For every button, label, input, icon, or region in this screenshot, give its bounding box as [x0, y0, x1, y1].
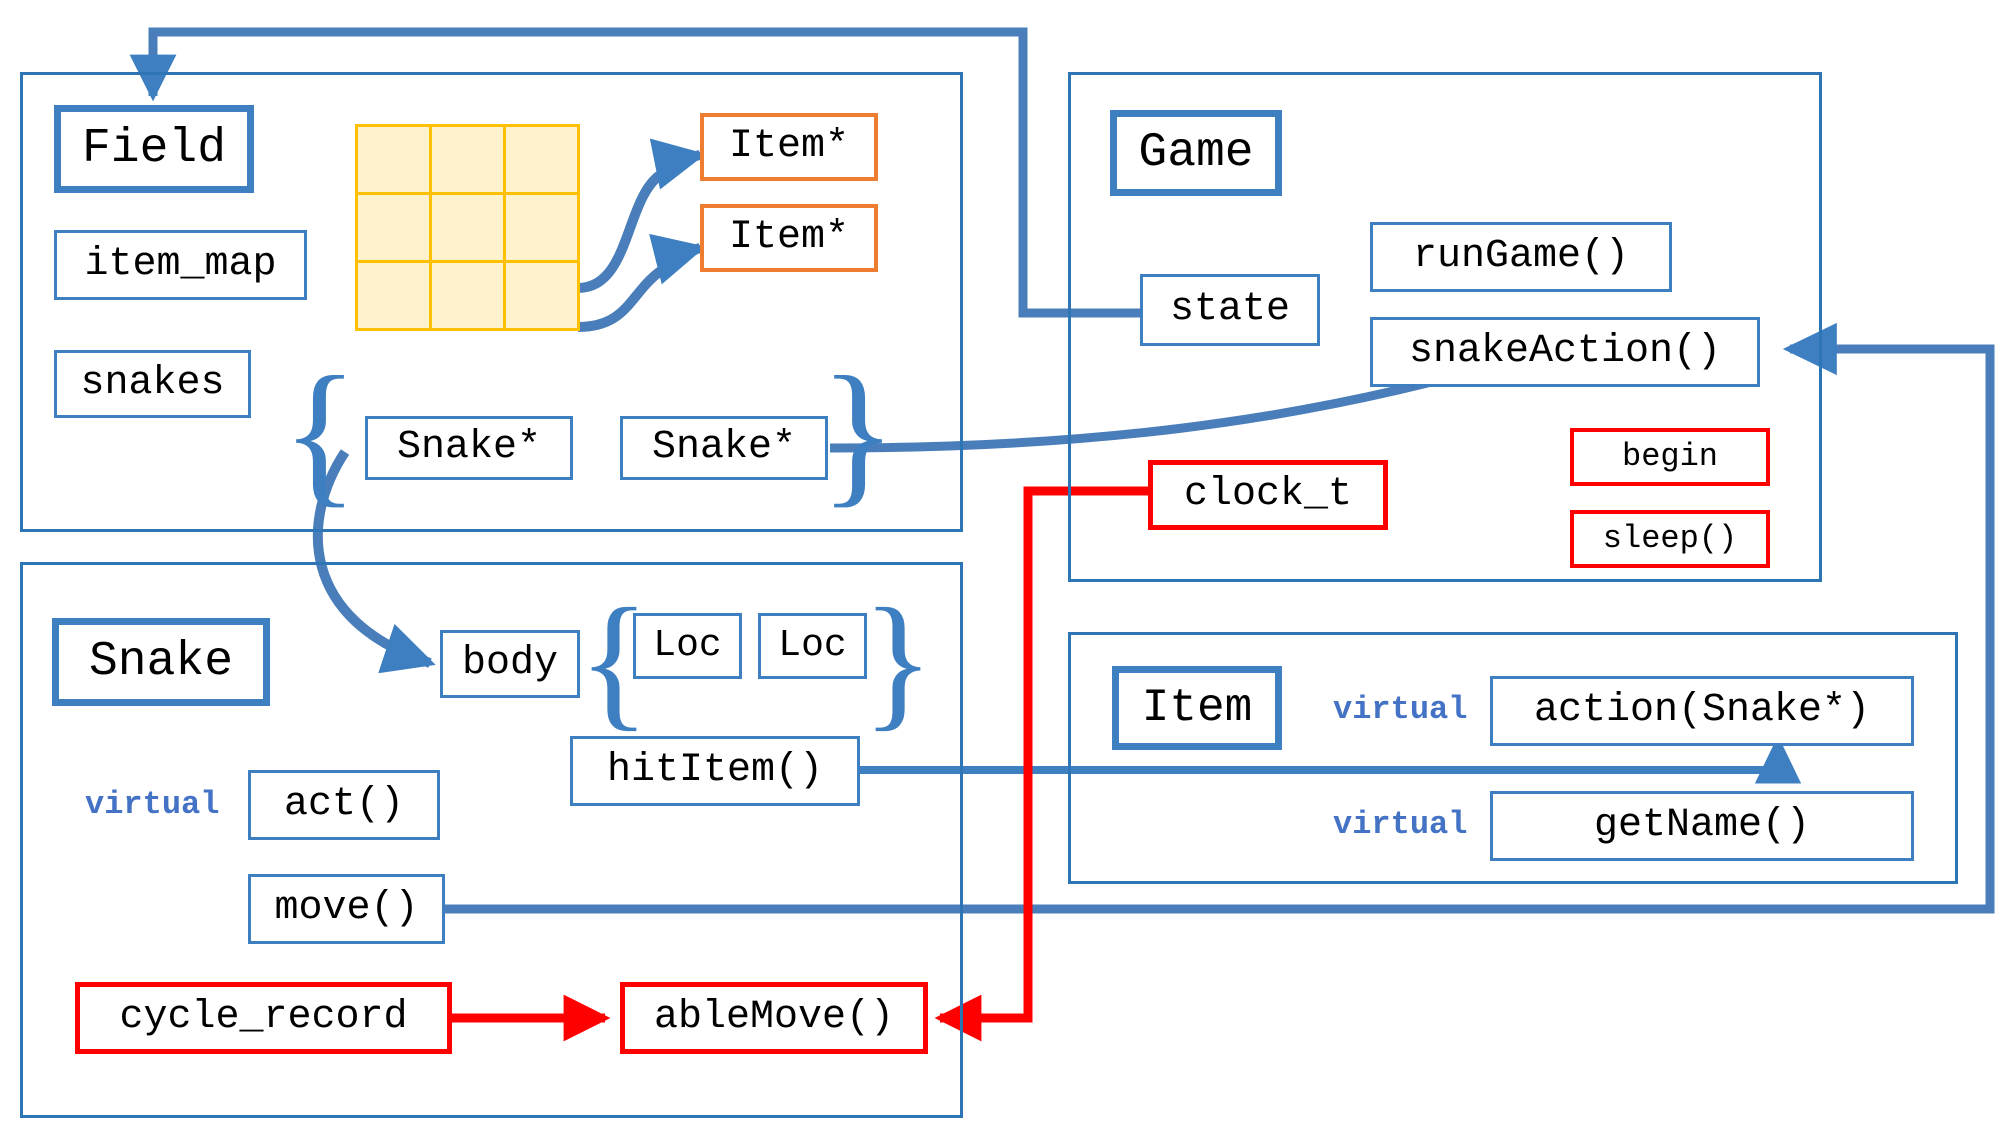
standalone-clock-t: clock_t [1148, 460, 1388, 530]
field-snake-pointer-2: Snake* [620, 416, 828, 480]
grid-cell [432, 127, 503, 192]
snake-member-able-move: ableMove() [620, 982, 928, 1054]
grid-cell [506, 195, 577, 260]
game-member-snake-action: snakeAction() [1370, 317, 1760, 387]
field-member-item-map: item_map [54, 230, 307, 300]
snake-member-move: move() [248, 874, 445, 944]
grid-cell [432, 195, 503, 260]
class-title-item: Item [1112, 666, 1282, 750]
snake-act-virtual-label: virtual [85, 786, 220, 823]
grid-cell [432, 263, 503, 328]
item-member-get-name: getName() [1490, 791, 1914, 861]
snake-member-act: act() [248, 770, 440, 840]
grid-cell [358, 263, 429, 328]
field-item-pointer-1: Item* [700, 113, 878, 181]
snake-member-body: body [440, 630, 580, 698]
item-action-virtual-label: virtual [1333, 691, 1468, 728]
field-snake-pointer-1: Snake* [365, 416, 573, 480]
diagram-canvas: Field item_map snakes Item* Item* { Snak… [0, 0, 2009, 1136]
item-map-grid [355, 124, 580, 331]
field-item-pointer-2: Item* [700, 204, 878, 272]
field-member-snakes: snakes [54, 350, 251, 418]
snake-member-hit-item: hitItem() [570, 736, 860, 806]
snakes-close-brace: } [819, 343, 897, 521]
grid-cell [358, 127, 429, 192]
grid-cell [506, 263, 577, 328]
game-member-state: state [1140, 274, 1320, 346]
body-close-brace: } [862, 578, 934, 744]
class-title-field: Field [54, 105, 254, 193]
snake-member-cycle-record: cycle_record [75, 982, 452, 1054]
game-member-begin: begin [1570, 428, 1770, 486]
game-member-sleep: sleep() [1570, 510, 1770, 568]
snake-body-loc-2: Loc [758, 613, 867, 679]
item-member-action: action(Snake*) [1490, 676, 1914, 746]
item-get-name-virtual-label: virtual [1333, 806, 1468, 843]
body-open-brace: { [578, 578, 650, 744]
class-title-game: Game [1110, 110, 1282, 196]
snake-body-loc-1: Loc [633, 613, 742, 679]
snakes-open-brace: { [281, 343, 359, 521]
class-title-snake: Snake [52, 618, 270, 706]
game-member-run-game: runGame() [1370, 222, 1672, 292]
grid-cell [506, 127, 577, 192]
grid-cell [358, 195, 429, 260]
